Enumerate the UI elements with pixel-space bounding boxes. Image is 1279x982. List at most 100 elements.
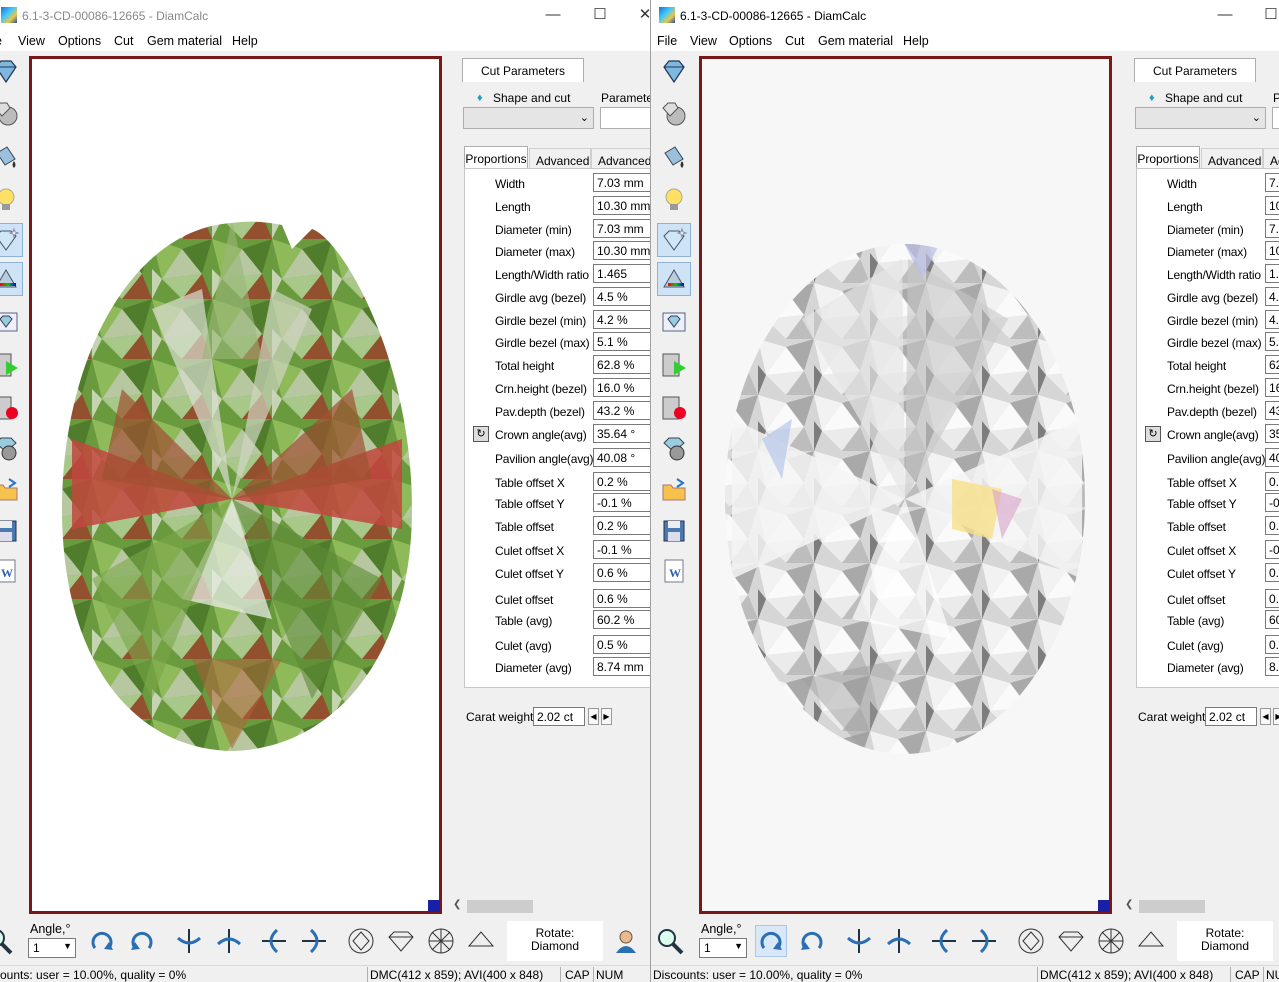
tab-proportions[interactable]: Proportions (1136, 146, 1200, 168)
proportion-value-field[interactable]: 4.5 (1265, 287, 1279, 306)
proportion-value-field[interactable]: 8.7 (1265, 657, 1279, 676)
spin-down-button[interactable]: ◀ (588, 708, 599, 725)
proportion-value-field[interactable]: 10.30 mm (593, 196, 650, 215)
menu-file[interactable]: File (657, 34, 677, 48)
proportion-value-field[interactable]: 0.2 (1265, 516, 1279, 535)
proportion-value-field[interactable]: 7.03 mm (593, 219, 650, 238)
proportion-value-field[interactable]: 4.2 (1265, 310, 1279, 329)
paint-bucket-icon[interactable] (0, 140, 23, 174)
proportion-value-field[interactable]: 0.5 (1265, 635, 1279, 654)
flip-horizontal-2-icon[interactable] (213, 925, 245, 957)
proportion-value-field[interactable]: 7.0 (1265, 219, 1279, 238)
proportion-value-field[interactable]: 10 (1265, 196, 1279, 215)
scroll-left-icon[interactable]: ❮ (453, 899, 461, 910)
video-play-icon[interactable] (0, 348, 23, 382)
rotate-cw-icon[interactable] (86, 925, 118, 957)
proportion-value-field[interactable]: 62 (1265, 355, 1279, 374)
diamond-view-icon[interactable] (0, 54, 23, 88)
tab-advanced[interactable]: Advanced (529, 148, 591, 168)
view-side-2-icon[interactable] (465, 925, 497, 957)
proportion-value-field[interactable]: 10 (1265, 241, 1279, 260)
menu-view[interactable]: View (690, 34, 717, 48)
light-bulb-icon[interactable] (0, 183, 23, 217)
menu-cut[interactable]: Cut (114, 34, 133, 48)
diamond-viewport[interactable] (29, 56, 442, 914)
menu-gem-material[interactable]: Gem material (818, 34, 893, 48)
proportion-value-field[interactable]: 1.4 (1265, 264, 1279, 283)
proportion-value-field[interactable]: 0.2 % (593, 516, 650, 535)
diamond-viewport[interactable] (699, 56, 1112, 914)
gem-sphere-icon[interactable] (657, 97, 691, 131)
proportion-value-field[interactable]: 35 (1265, 424, 1279, 443)
shape-and-cut-select[interactable]: ⌄ (1135, 107, 1266, 129)
menu-view[interactable]: View (18, 34, 45, 48)
rotate-ccw-icon[interactable] (796, 925, 828, 957)
proportion-value-field[interactable]: 43 (1265, 401, 1279, 420)
open-folder-icon[interactable] (0, 473, 23, 507)
proportion-value-field[interactable]: -0.1 % (593, 493, 650, 512)
rotate-ccw-icon[interactable] (126, 925, 158, 957)
proportion-value-field[interactable]: 43.2 % (593, 401, 650, 420)
tilt-down-icon[interactable] (298, 925, 330, 957)
menu-options[interactable]: Options (58, 34, 101, 48)
view-top-icon[interactable] (345, 925, 377, 957)
proportion-value-field[interactable]: 0.2 % (593, 472, 650, 491)
proportion-value-field[interactable]: -0. (1265, 540, 1279, 559)
tab-cut-parameters[interactable]: Cut Parameters (1134, 58, 1256, 82)
spectrum-prism-icon[interactable] (0, 262, 23, 296)
view-bottom-icon[interactable] (1095, 925, 1127, 957)
lock-angle-icon[interactable]: ↻ (1145, 426, 1161, 442)
menu-options[interactable]: Options (729, 34, 772, 48)
proportion-value-field[interactable]: 7.0 (1265, 173, 1279, 192)
view-side-2-icon[interactable] (1135, 925, 1167, 957)
parameters-select[interactable] (1272, 107, 1279, 129)
proportion-value-field[interactable]: 60.2 % (593, 610, 650, 629)
proportion-value-field[interactable]: -0. (1265, 493, 1279, 512)
menu-cut[interactable]: Cut (785, 34, 804, 48)
tab-proportions[interactable]: Proportions (464, 146, 528, 168)
diamond-photo-icon[interactable] (0, 305, 23, 339)
tab-advanced[interactable]: Advanced (1201, 148, 1263, 168)
proportion-value-field[interactable]: 35.64 ° (593, 424, 650, 443)
flip-horizontal-2-icon[interactable] (883, 925, 915, 957)
proportion-value-field[interactable]: 40.08 ° (593, 448, 650, 467)
scroll-left-icon[interactable]: ❮ (1125, 899, 1133, 910)
tab-cut-parameters[interactable]: Cut Parameters (462, 58, 584, 82)
video-record-icon[interactable] (0, 391, 23, 425)
proportion-value-field[interactable]: 1.465 (593, 264, 650, 283)
word-document-icon[interactable]: W (0, 554, 23, 588)
scroll-thumb[interactable] (467, 900, 533, 913)
menu-help[interactable]: Help (232, 34, 258, 48)
maximize-button[interactable]: ☐ (1259, 4, 1279, 26)
diamond-photo-icon[interactable] (657, 305, 691, 339)
word-document-icon[interactable]: W (657, 554, 691, 588)
save-disk-icon[interactable] (657, 514, 691, 548)
tilt-down-icon[interactable] (968, 925, 1000, 957)
proportion-value-field[interactable]: 0.2 (1265, 472, 1279, 491)
proportion-value-field[interactable]: 16 (1265, 378, 1279, 397)
user-rotate-icon[interactable] (610, 925, 642, 957)
tilt-up-icon[interactable] (928, 925, 960, 957)
proportion-value-field[interactable]: -0.1 % (593, 540, 650, 559)
tab-advanced-2[interactable]: Advanced (591, 148, 650, 168)
rotate-mode-box[interactable]: Rotate: Diamond (507, 921, 603, 961)
carat-weight-field[interactable]: 2.02 ct (533, 707, 585, 726)
rotate-mode-box[interactable]: Rotate: Diamond (1177, 921, 1273, 961)
proportion-value-field[interactable]: 40 (1265, 448, 1279, 467)
video-play-icon[interactable] (657, 348, 691, 382)
proportion-value-field[interactable]: 4.5 % (593, 287, 650, 306)
proportion-value-field[interactable]: 0.6 % (593, 589, 650, 608)
film-reel-icon[interactable] (0, 431, 23, 465)
spin-down-button[interactable]: ◀ (1260, 708, 1271, 725)
view-side-icon[interactable] (385, 925, 417, 957)
spectrum-prism-icon[interactable] (657, 262, 691, 296)
diamond-view-icon[interactable] (657, 54, 691, 88)
proportion-value-field[interactable]: 0.6 (1265, 589, 1279, 608)
open-folder-icon[interactable] (657, 473, 691, 507)
scroll-thumb[interactable] (1139, 900, 1205, 913)
zoom-icon[interactable] (654, 925, 686, 957)
minimize-button[interactable]: — (1213, 4, 1237, 26)
menu-help[interactable]: Help (903, 34, 929, 48)
spin-up-button[interactable]: ▶ (601, 708, 612, 725)
zoom-icon[interactable] (0, 925, 15, 957)
